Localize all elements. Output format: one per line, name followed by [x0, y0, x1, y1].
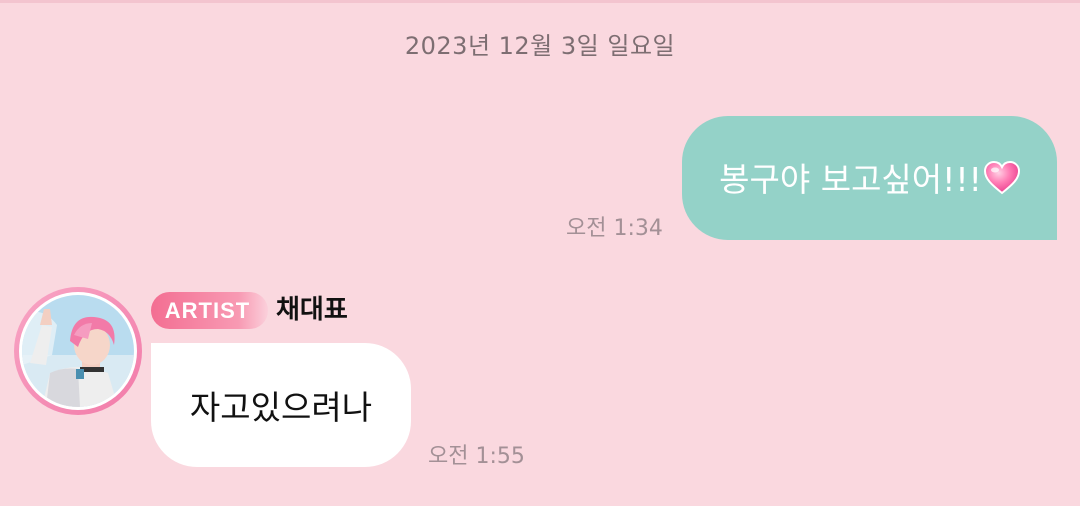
outgoing-timestamp: 오전 1:34 [566, 216, 663, 241]
incoming-message-text: 자고있으려나 [189, 388, 373, 427]
sender-name[interactable]: 채대표 [276, 292, 348, 329]
outgoing-message-text: 봉구야 보고싶어!!! [719, 153, 1020, 203]
outgoing-message-content: 봉구야 보고싶어!!! [719, 160, 982, 199]
date-separator: 2023년 12월 3일 일요일 [404, 32, 676, 60]
top-divider [0, 0, 1080, 3]
avatar[interactable] [14, 287, 142, 415]
outgoing-message-bubble[interactable]: 봉구야 보고싶어!!! [682, 116, 1057, 240]
avatar-image [19, 292, 137, 410]
incoming-timestamp: 오전 1:55 [428, 444, 525, 469]
heart-icon [983, 160, 1020, 203]
incoming-message-bubble[interactable]: 자고있으려나 [151, 343, 411, 467]
artist-badge: ARTIST [151, 292, 268, 329]
